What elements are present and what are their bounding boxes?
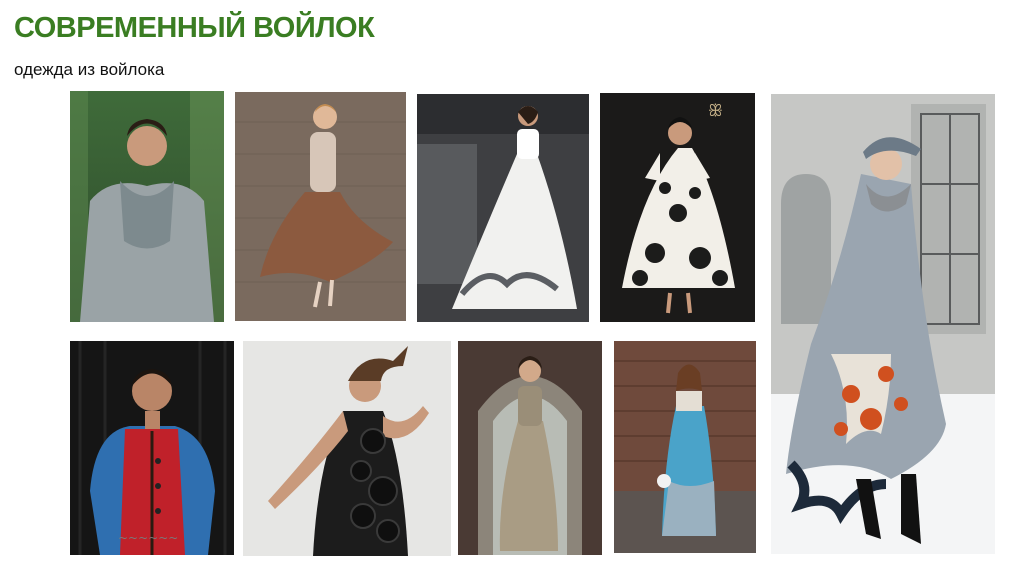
photo-woman-brown-felt-skirt xyxy=(235,92,406,321)
photo-woman-black-felt-dress-discs xyxy=(243,341,451,556)
photographer-watermark: ~~~~~~ xyxy=(118,531,179,545)
photo-man-red-felt-vest: ~~~~~~ xyxy=(70,341,234,555)
designer-logo-icon: ꕥ xyxy=(708,101,723,120)
slide-title: СОВРЕМЕННЫЙ ВОЙЛОК xyxy=(14,12,375,44)
photo-black-white-ornament-dress: ꕥ xyxy=(600,93,755,322)
photo-woman-grey-felt-coat-snow xyxy=(771,94,995,554)
photo-man-grey-felt-coat xyxy=(70,91,224,322)
photo-woman-grey-felt-dress-arch xyxy=(458,341,602,555)
photo-woman-blue-felt-dress xyxy=(614,341,756,553)
slide-subtitle: одежда из войлока xyxy=(14,60,165,79)
photo-white-felt-gown xyxy=(417,94,589,322)
